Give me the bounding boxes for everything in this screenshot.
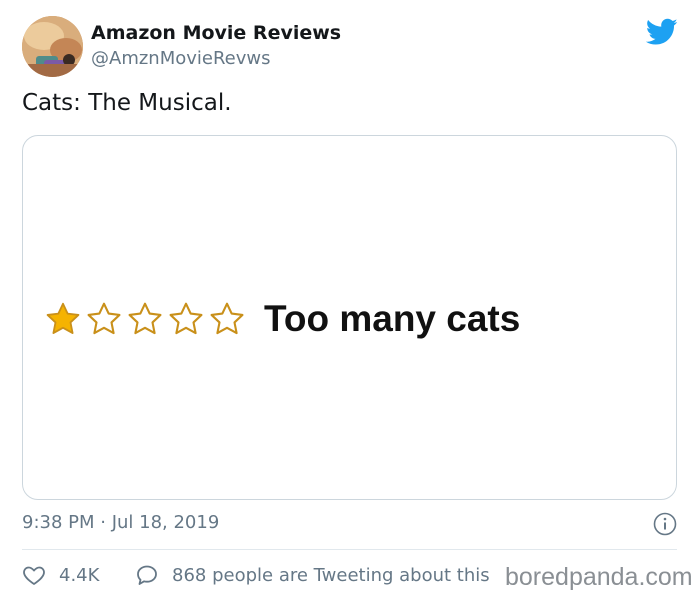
tweet-timestamp[interactable]: 9:38 PM · Jul 18, 2019 [22,512,219,533]
like-count: 4.4K [59,564,100,586]
watermark: boredpanda.com [503,563,695,592]
star-filled-icon [46,302,80,334]
info-icon[interactable] [653,512,677,536]
avatar[interactable] [22,16,83,77]
twitter-bird-icon[interactable] [646,18,678,46]
star-empty-icon [128,302,162,335]
star-empty-icon [210,302,244,335]
author-handle[interactable]: @AmznMovieRevws [91,48,271,69]
star-empty-icon [87,302,121,335]
speech-bubble-icon [137,565,157,585]
reply-button[interactable]: 868 people are Tweeting about this [135,563,490,587]
reply-text: 868 people are Tweeting about this [172,564,490,586]
avatar-image [22,16,83,77]
heart-icon [23,566,45,585]
review-title: Too many cats [264,298,521,339]
star-empty-icon [169,302,203,335]
author-name[interactable]: Amazon Movie Reviews [91,22,341,44]
review-image-card[interactable]: Too many cats [22,135,677,500]
tweet-text: Cats: The Musical. [22,90,232,116]
divider [22,549,677,550]
like-button[interactable]: 4.4K [22,563,99,587]
star-rating: Too many cats [45,298,521,339]
tweet-card: Amazon Movie Reviews @AmznMovieRevws Cat… [0,0,700,603]
